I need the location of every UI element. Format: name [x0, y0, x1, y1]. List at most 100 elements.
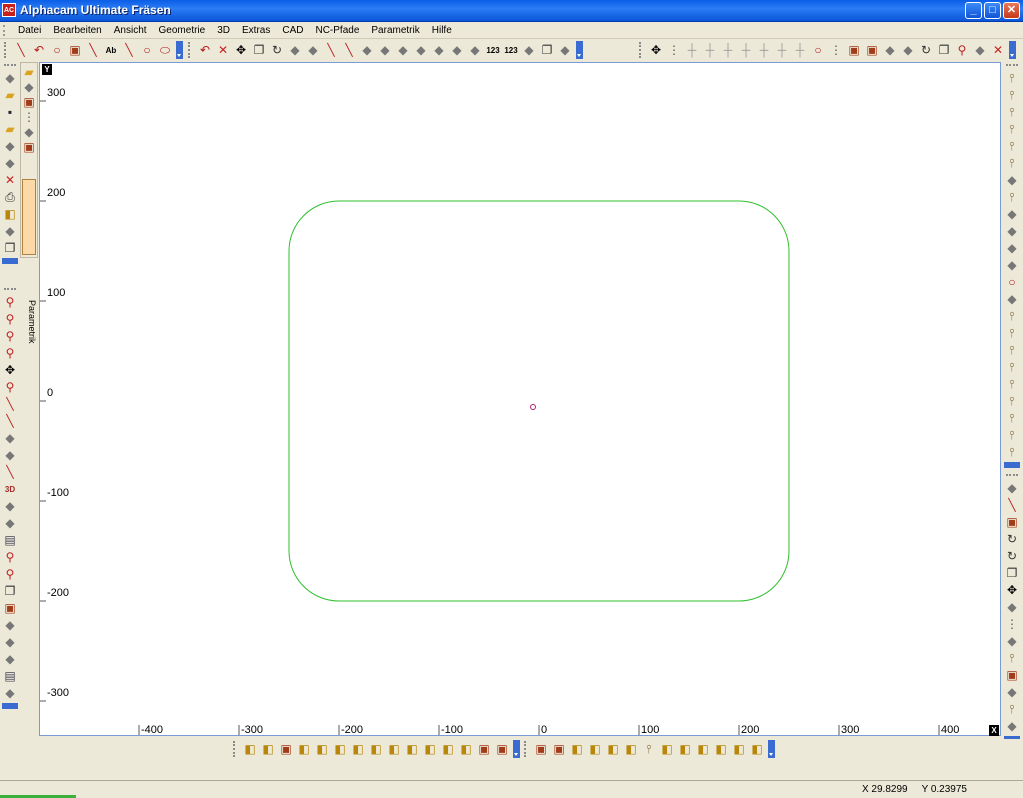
layers-fold-icon[interactable]: ❐	[3, 584, 18, 599]
grid-dots-icon[interactable]: ⋮	[667, 43, 682, 58]
open-folder-icon[interactable]: ▰	[3, 88, 18, 103]
thread-icon[interactable]: ◆	[1005, 207, 1020, 222]
grip-2-icon[interactable]: ◆	[3, 635, 18, 650]
monitor-icon[interactable]: ▤	[3, 669, 18, 684]
line-red-icon[interactable]: ╲	[3, 465, 18, 480]
view-top-icon[interactable]: ◧	[351, 742, 366, 757]
circle-2-icon[interactable]: ○	[140, 43, 155, 58]
menu-3d[interactable]: 3D	[211, 24, 236, 37]
tool-13-icon[interactable]: ⫯	[1005, 702, 1020, 717]
view-front-icon[interactable]: ◧	[369, 742, 384, 757]
zoom-area-icon[interactable]: ⚲	[955, 43, 970, 58]
snap-end-icon[interactable]: ┼	[685, 43, 700, 58]
grip-icon[interactable]: ◆	[3, 618, 18, 633]
measure-icon[interactable]: ◆	[883, 43, 898, 58]
tool-9-icon[interactable]: ⫯	[1005, 377, 1020, 392]
view-box-2-icon[interactable]: ▣	[495, 742, 510, 757]
join-icon[interactable]: ◆	[378, 43, 393, 58]
menu-parametrik[interactable]: Parametrik	[365, 24, 425, 37]
clamp-icon[interactable]: ◆	[1005, 292, 1020, 307]
toolbar-grip[interactable]	[524, 741, 530, 757]
render-solid-icon[interactable]: ◧	[588, 742, 603, 757]
view-iso-icon[interactable]: ◧	[261, 742, 276, 757]
view-left-icon[interactable]: ◧	[423, 742, 438, 757]
dimension-diag-icon[interactable]: ◆	[3, 516, 18, 531]
render-stock-icon[interactable]: ◧	[696, 742, 711, 757]
delete-icon[interactable]: ✕	[216, 43, 231, 58]
menu-geometrie[interactable]: Geometrie	[153, 24, 212, 37]
break-icon[interactable]: ◆	[360, 43, 375, 58]
arc-icon[interactable]: ↶	[32, 43, 47, 58]
fillet-icon[interactable]: ◆	[396, 43, 411, 58]
mill-3-icon[interactable]: ⫯	[1005, 139, 1020, 154]
toolbar-options-button[interactable]	[1004, 462, 1020, 468]
toolbar-grip[interactable]	[1006, 474, 1018, 479]
zoom-user-icon[interactable]: ⚲	[3, 312, 18, 327]
tool-5-icon[interactable]: ⫯	[1005, 309, 1020, 324]
insert-icon[interactable]: ◆	[3, 139, 18, 154]
snap-parallel-icon[interactable]: ┼	[793, 43, 808, 58]
grid-cross-icon[interactable]: ⋮	[1005, 617, 1020, 632]
view-axes-green-icon[interactable]: ◧	[297, 742, 312, 757]
user-zoom-2-icon[interactable]: ⚲	[3, 567, 18, 582]
offset-icon[interactable]: ◆	[432, 43, 447, 58]
toolbar-options-button[interactable]	[1009, 41, 1016, 59]
render-path-icon[interactable]: ◧	[660, 742, 675, 757]
render-frame-icon[interactable]: ▣	[534, 742, 549, 757]
menu-bearbeiten[interactable]: Bearbeiten	[47, 24, 107, 37]
folder-icon[interactable]: ▰	[22, 65, 37, 80]
grip-3-icon[interactable]: ◆	[3, 652, 18, 667]
cad-drawing[interactable]: -400 -300 -200 -100 0 100 200 300 400 300 200 100 0 -…	[40, 63, 1000, 735]
properties-icon[interactable]: ◆	[973, 43, 988, 58]
menu-ansicht[interactable]: Ansicht	[108, 24, 153, 37]
view-right-icon[interactable]: ◧	[387, 742, 402, 757]
undo-icon[interactable]: ↶	[198, 43, 213, 58]
menu-extras[interactable]: Extras	[236, 24, 276, 37]
render-image-icon[interactable]: ◧	[750, 742, 765, 757]
step-icon[interactable]: ◆	[3, 448, 18, 463]
view-frame-icon[interactable]: ▣	[279, 742, 294, 757]
render-cut-icon[interactable]: ◧	[606, 742, 621, 757]
menu-hilfe[interactable]: Hilfe	[426, 24, 458, 37]
group-icon[interactable]: ◆	[522, 43, 537, 58]
grid-tools-icon[interactable]: ⋮	[22, 110, 37, 125]
tool-11-icon[interactable]: ⫯	[1005, 428, 1020, 443]
edit-icon[interactable]: ◆	[1005, 685, 1020, 700]
rectangle-icon[interactable]: ▣	[68, 43, 83, 58]
cube-red-icon[interactable]: ▣	[1005, 668, 1020, 683]
spline-icon[interactable]: ╲	[86, 43, 101, 58]
drill-icon[interactable]: ⫯	[1005, 190, 1020, 205]
toolbar-grip[interactable]	[4, 42, 10, 58]
mill-icon[interactable]: ⫯	[1005, 105, 1020, 120]
toolbar-options-button[interactable]	[768, 740, 775, 758]
3d-icon[interactable]: 3D	[3, 482, 18, 497]
arrange-icon[interactable]: ◆	[558, 43, 573, 58]
frame-red-icon[interactable]: ▣	[22, 140, 37, 155]
box-yellow-icon[interactable]: ▣	[3, 601, 18, 616]
text-outline-icon[interactable]: ╲	[122, 43, 137, 58]
toolbar-grip[interactable]	[233, 741, 239, 757]
view-3d-icon[interactable]: ◧	[243, 742, 258, 757]
user-zoom-icon[interactable]: ⚲	[3, 550, 18, 565]
snap-mid-icon[interactable]: ┼	[703, 43, 718, 58]
menu-nc-pfade[interactable]: NC-Pfade	[309, 24, 365, 37]
output-icon[interactable]: ◆	[3, 156, 18, 171]
refresh-icon[interactable]: ↻	[1005, 549, 1020, 564]
render-wire-icon[interactable]: ◧	[570, 742, 585, 757]
text-123-icon[interactable]: 123	[486, 43, 501, 58]
rect-red-icon[interactable]: ▣	[1005, 515, 1020, 530]
zoom-out-icon[interactable]: ⚲	[3, 346, 18, 361]
dimension-icon[interactable]: ◆	[901, 43, 916, 58]
rotate-icon[interactable]: ↻	[270, 43, 285, 58]
contour-icon[interactable]: ◆	[1005, 224, 1020, 239]
view-back-icon[interactable]: ◧	[405, 742, 420, 757]
pen-red-icon[interactable]: ╲	[1005, 498, 1020, 513]
shading-icon[interactable]: ◆	[3, 686, 18, 701]
toolbar-grip[interactable]	[1006, 64, 1018, 69]
snap-center-icon[interactable]: ┼	[721, 43, 736, 58]
pocket-icon[interactable]: ◆	[1005, 173, 1020, 188]
3d-tool-icon[interactable]: ⫯	[1005, 411, 1020, 426]
chamfer-icon[interactable]: ◆	[414, 43, 429, 58]
render-compare-icon[interactable]: ◧	[732, 742, 747, 757]
toolbar-options-button[interactable]	[2, 258, 18, 264]
